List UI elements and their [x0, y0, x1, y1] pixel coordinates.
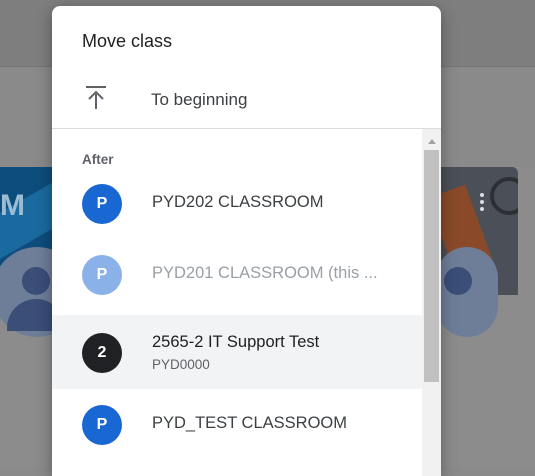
class-name: PYD201 CLASSROOM (this ... — [152, 264, 378, 282]
class-section: PYD0000 — [152, 357, 210, 372]
class-badge: 2 — [82, 333, 122, 373]
to-beginning-option[interactable]: To beginning — [52, 72, 441, 128]
class-badge: P — [82, 255, 122, 295]
class-item[interactable]: P PYD_TEST CLASSROOM — [52, 387, 422, 461]
class-badge: P — [82, 405, 122, 445]
class-name: 2565-2 IT Support Test — [152, 333, 320, 351]
banner-decoration — [490, 177, 518, 215]
avatar-icon — [436, 247, 498, 337]
scroll-up-arrow-icon[interactable] — [428, 139, 436, 144]
dialog-title: Move class — [82, 31, 173, 51]
class-list: After P PYD202 CLASSROOM P PYD201 CLASSR… — [52, 129, 422, 476]
class-item[interactable]: 2 2565-2 IT Support Test PYD0000 — [52, 315, 422, 389]
more-vert-icon — [480, 193, 484, 214]
class-item-current: P PYD201 CLASSROOM (this ... — [52, 237, 422, 311]
banner-letter: M — [0, 189, 25, 222]
scroll-thumb[interactable] — [424, 150, 439, 382]
list-scrollbar[interactable] — [422, 129, 441, 476]
background-class-card-right — [436, 167, 535, 467]
to-beginning-label: To beginning — [151, 90, 248, 109]
move-class-dialog: Move class To beginning After P PYD202 C… — [52, 6, 441, 476]
vertical-align-top-icon — [86, 86, 106, 109]
class-item[interactable]: P PYD202 CLASSROOM — [52, 166, 422, 240]
class-name: PYD202 CLASSROOM — [152, 193, 324, 211]
class-name: PYD_TEST CLASSROOM — [152, 414, 347, 432]
section-label-after: After — [82, 152, 114, 167]
class-badge: P — [82, 184, 122, 224]
